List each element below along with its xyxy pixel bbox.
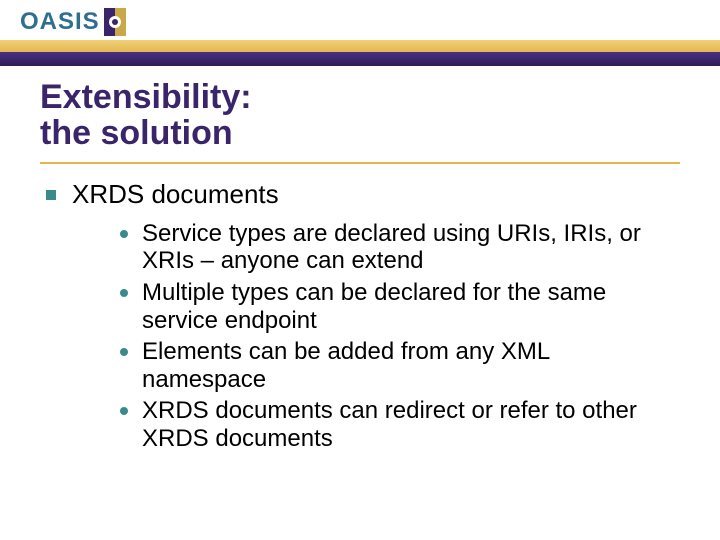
- sub-list: Service types are declared using URIs, I…: [120, 220, 680, 453]
- list-item-text: Multiple types can be declared for the s…: [142, 279, 680, 334]
- logo-text: OASIS: [20, 8, 100, 36]
- square-bullet-icon: [46, 190, 56, 200]
- slide-title: Extensibility: the solution: [40, 80, 680, 151]
- dot-bullet-icon: [120, 348, 128, 356]
- purple-band: [0, 52, 720, 66]
- title-underline: [40, 162, 680, 164]
- title-line-1: Extensibility:: [40, 80, 680, 116]
- list-item-text: Service types are declared using URIs, I…: [142, 220, 680, 275]
- dot-bullet-icon: [120, 230, 128, 238]
- slide: OASIS Extensibility: the solution XRDS d…: [0, 0, 720, 540]
- list-item: Multiple types can be declared for the s…: [120, 279, 680, 334]
- list-item-text: XRDS documents can redirect or refer to …: [142, 397, 680, 452]
- logo: OASIS: [20, 8, 126, 36]
- level1-text: XRDS documents: [72, 180, 279, 210]
- slide-body: XRDS documents Service types are declare…: [46, 180, 680, 457]
- list-item: Service types are declared using URIs, I…: [120, 220, 680, 275]
- list-item: Elements can be added from any XML names…: [120, 338, 680, 393]
- gold-band: [0, 40, 720, 52]
- dot-bullet-icon: [120, 289, 128, 297]
- title-line-2: the solution: [40, 116, 680, 152]
- list-item-text: Elements can be added from any XML names…: [142, 338, 680, 393]
- dot-bullet-icon: [120, 407, 128, 415]
- oasis-mark-icon: [104, 8, 126, 36]
- bullet-level1: XRDS documents: [46, 180, 680, 210]
- list-item: XRDS documents can redirect or refer to …: [120, 397, 680, 452]
